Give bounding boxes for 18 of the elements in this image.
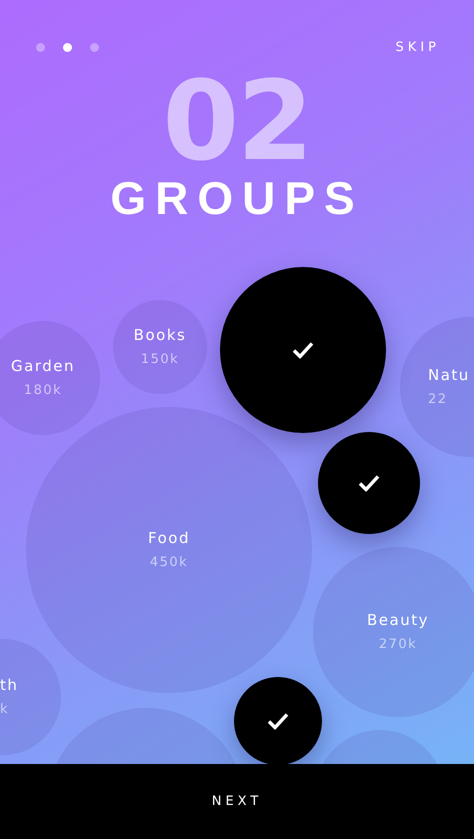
member-count: 450k xyxy=(150,555,188,571)
member-count: 150k xyxy=(140,352,180,368)
group-name: Food xyxy=(148,529,190,547)
member-count: k xyxy=(0,702,10,718)
group-name: Books xyxy=(134,326,186,344)
next-button[interactable]: NEXT xyxy=(0,764,474,839)
check-icon xyxy=(267,712,289,730)
group-name: Natu xyxy=(428,366,470,384)
screen-title: GROUPS xyxy=(110,170,364,224)
member-count: 22 xyxy=(428,392,448,408)
group-name: Garden xyxy=(11,357,75,375)
member-count: 270k xyxy=(378,637,418,653)
group-name: Beauty xyxy=(367,611,429,629)
check-icon xyxy=(292,342,314,358)
group-name: th xyxy=(0,676,18,694)
step-number: 02 xyxy=(162,70,312,170)
member-count: 180k xyxy=(24,383,62,399)
check-icon xyxy=(358,474,380,492)
